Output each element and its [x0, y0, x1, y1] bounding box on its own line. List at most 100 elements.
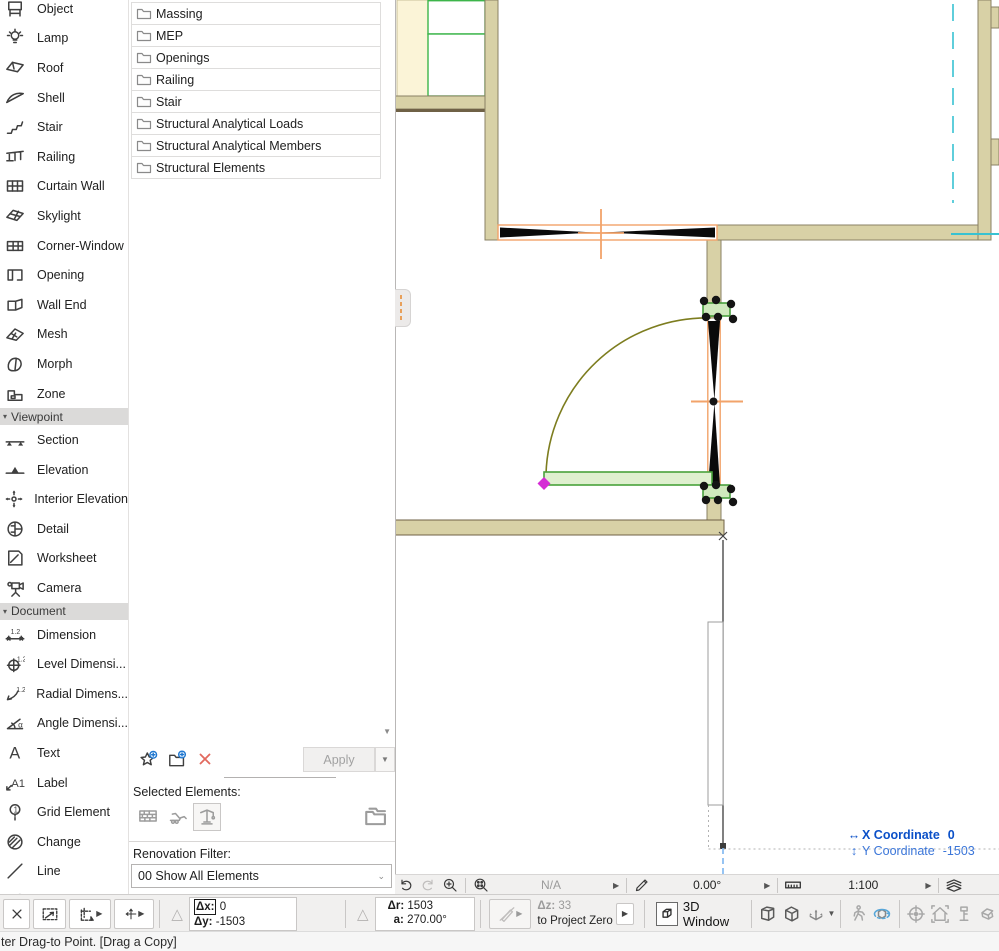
layers-icon[interactable] — [943, 876, 965, 894]
toolbox-item-curtain-wall[interactable]: Curtain Wall — [0, 172, 128, 202]
toolbox-item-level-dimensi[interactable]: 1.2 Level Dimensi... — [0, 649, 128, 679]
grid-snap-icon — [78, 905, 96, 923]
top-door-highlighted[interactable] — [497, 209, 718, 259]
pane-splitter-handle[interactable] — [395, 289, 411, 327]
control-box-close-button[interactable] — [3, 898, 31, 929]
demolish-elements-button[interactable] — [165, 803, 191, 829]
dxdy-field[interactable]: Δx: 0 Δy: -1503 — [188, 896, 298, 931]
dropdown-arrow-icon[interactable]: ▼ — [828, 909, 836, 918]
toolbox-item-detail[interactable]: Detail — [0, 514, 128, 544]
toolbox-item-skylight[interactable]: Skylight — [0, 201, 128, 231]
home-view-icon[interactable] — [928, 904, 952, 924]
toolbox-item-worksheet[interactable]: Worksheet — [0, 544, 128, 574]
toolbox-item-zone[interactable]: Zone — [0, 379, 128, 409]
folder-icon — [132, 50, 156, 66]
drag-ghost-button[interactable] — [33, 898, 67, 929]
orbit-mode-icon[interactable] — [870, 904, 894, 924]
reference-flyout-button[interactable]: ▶ — [615, 902, 635, 925]
mesh-icon — [0, 324, 30, 344]
toolbox-item-wall-end[interactable]: Wall End — [0, 290, 128, 320]
renovation-filter-label: Renovation Filter: — [133, 847, 231, 861]
new-folder-icon[interactable] — [168, 749, 187, 769]
toolbox-item-railing[interactable]: Railing — [0, 142, 128, 172]
toolbox-item-radial-dimens[interactable]: 1.2 Radial Dimens... — [0, 679, 128, 709]
folders-stack-button[interactable] — [363, 803, 389, 829]
walls[interactable] — [394, 0, 999, 536]
existing-elements-button[interactable] — [135, 803, 161, 829]
toolbox-item-lamp[interactable]: Lamp — [0, 24, 128, 54]
z-input-button[interactable]: ▶ — [489, 898, 532, 929]
folder-row-railing[interactable]: Railing — [131, 68, 381, 91]
3d-projection-icon[interactable] — [804, 904, 828, 924]
grid-snap-button[interactable]: ▶ — [69, 898, 112, 929]
redo-icon[interactable] — [417, 877, 439, 893]
wall-end-icon — [0, 295, 30, 315]
toolbox-item-extra[interactable] — [0, 886, 128, 894]
home-icon — [930, 904, 950, 924]
toolbox-item-dimension[interactable]: 1.2 Dimension — [0, 620, 128, 650]
toolbox-item-line[interactable]: Line — [0, 857, 128, 887]
perspective-view-icon[interactable] — [757, 904, 781, 924]
axonometry-view-icon[interactable] — [780, 904, 804, 924]
toolbox-item-angle-dimensi[interactable]: α Angle Dimensi... — [0, 709, 128, 739]
folder-row-structural-analytical-loads[interactable]: Structural Analytical Loads — [131, 112, 381, 135]
folder-row-massing[interactable]: Massing — [131, 2, 381, 25]
look-to-target-icon[interactable] — [905, 904, 929, 924]
toolbox-item-opening[interactable]: Opening — [0, 260, 128, 290]
toolbox-section-document[interactable]: ▾ Document — [0, 602, 128, 620]
toolbox-item-grid-element[interactable]: 1 Grid Element — [0, 797, 128, 827]
free-rotate-icon[interactable] — [975, 904, 999, 924]
polar-field[interactable]: Δr: 1503 a: 270.00° — [374, 896, 476, 931]
dx-value[interactable]: 0 — [220, 901, 226, 913]
dy-value[interactable]: -1503 — [216, 916, 245, 928]
svg-text:1.2: 1.2 — [17, 657, 25, 664]
folder-row-stair[interactable]: Stair — [131, 90, 381, 113]
undo-icon[interactable] — [395, 877, 417, 893]
angle-value[interactable]: 270.00° — [407, 914, 447, 926]
toolbox-item-morph[interactable]: Morph — [0, 349, 128, 379]
3d-window-button[interactable]: 3D Window — [656, 899, 743, 929]
toolbox-item-stair[interactable]: Stair — [0, 112, 128, 142]
toolbox-item-elevation[interactable]: Elevation — [0, 455, 128, 485]
x-coordinate-label: X Coordinate — [862, 828, 940, 842]
zone-icon — [0, 384, 30, 404]
new-elements-button[interactable] — [193, 803, 221, 831]
folder-row-structural-elements[interactable]: Structural Elements — [131, 156, 381, 179]
camera-settings-icon[interactable] — [952, 904, 976, 924]
relative-coords-button[interactable]: ▶ — [114, 898, 155, 929]
toolbox-item-label: Text — [37, 746, 60, 761]
rotation-selector[interactable]: 0.00° ▶ — [653, 875, 773, 895]
apply-button[interactable]: Apply — [303, 747, 375, 772]
panel-splitter[interactable] — [224, 777, 336, 778]
floor-plan-canvas[interactable] — [394, 0, 999, 874]
toolbox-item-interior-elevation[interactable]: Interior Elevation — [0, 485, 128, 515]
toolbox-item-label[interactable]: A1 Label — [0, 768, 128, 798]
add-favorite-icon[interactable] — [139, 750, 158, 769]
fit-in-window-icon[interactable] — [470, 877, 492, 893]
toolbox-item-object[interactable]: Object — [0, 0, 128, 24]
toolbox-item-change[interactable]: Change — [0, 827, 128, 857]
folder-row-structural-analytical-members[interactable]: Structural Analytical Members — [131, 134, 381, 157]
toolbox-section-viewpoint[interactable]: ▾ Viewpoint — [0, 408, 128, 426]
folder-row-mep[interactable]: MEP — [131, 24, 381, 47]
orientation-icon[interactable] — [631, 877, 653, 893]
scale-ruler-icon[interactable] — [782, 876, 804, 894]
toolbox-item-corner-window[interactable]: Corner-Window — [0, 231, 128, 261]
selected-door[interactable] — [537, 295, 744, 507]
toolbox-item-text[interactable]: A Text — [0, 738, 128, 768]
toolbox-item-roof[interactable]: Roof — [0, 53, 128, 83]
folder-row-openings[interactable]: Openings — [131, 46, 381, 69]
view-selector[interactable]: N/A ▶ — [492, 875, 622, 895]
zoom-in-icon[interactable] — [439, 877, 461, 893]
toolbox-item-camera[interactable]: Camera — [0, 573, 128, 603]
toolbox-item-mesh[interactable]: Mesh — [0, 320, 128, 350]
apply-dropdown-arrow[interactable]: ▼ — [375, 747, 395, 772]
renovation-filter-select[interactable]: 00 Show All Elements ⌄ — [131, 864, 392, 888]
dr-value[interactable]: 1503 — [407, 900, 433, 912]
delete-icon[interactable] — [197, 751, 213, 767]
scroll-down-arrow[interactable]: ▼ — [383, 727, 391, 736]
toolbox-item-shell[interactable]: Shell — [0, 83, 128, 113]
walk-mode-icon[interactable] — [846, 904, 870, 924]
toolbox-item-section[interactable]: Section — [0, 425, 128, 455]
scale-selector[interactable]: 1:100 ▶ — [804, 875, 934, 895]
